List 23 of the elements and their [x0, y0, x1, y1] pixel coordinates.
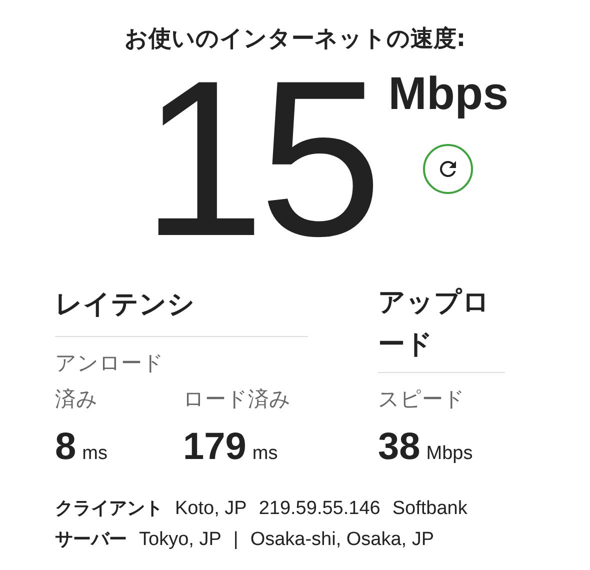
latency-heading: レイテンシ	[55, 288, 196, 322]
speed-value: 15	[141, 54, 376, 264]
info-value: 219.59.55.146	[258, 497, 380, 521]
info-value: Koto, JP	[175, 497, 247, 521]
metric-label: ロード済み	[183, 386, 292, 413]
info-value: Tokyo, JP	[139, 528, 222, 552]
info-label: サーバー	[55, 528, 127, 552]
info-value: Osaka-shi, Osaka, JP	[250, 528, 434, 552]
metric-label: アンロード済み	[55, 350, 165, 413]
info-label: クライアント	[55, 497, 163, 521]
info-value: Softbank	[392, 497, 468, 521]
speed-unit: Mbps	[388, 66, 509, 120]
metric-value: 8	[55, 425, 76, 469]
metric-value: 38	[378, 425, 420, 469]
metric-unit: ms	[252, 443, 278, 465]
metric-value: 179	[183, 425, 246, 469]
metric-label: スピード	[378, 386, 466, 413]
refresh-button[interactable]	[423, 144, 474, 194]
upload-heading: アップロード	[378, 286, 491, 362]
metric-unit: ms	[82, 443, 108, 465]
info-value: |	[233, 528, 238, 552]
speed-title: お使いのインターネットの速度:	[123, 25, 467, 54]
metric-unit: Mbps	[426, 443, 473, 465]
